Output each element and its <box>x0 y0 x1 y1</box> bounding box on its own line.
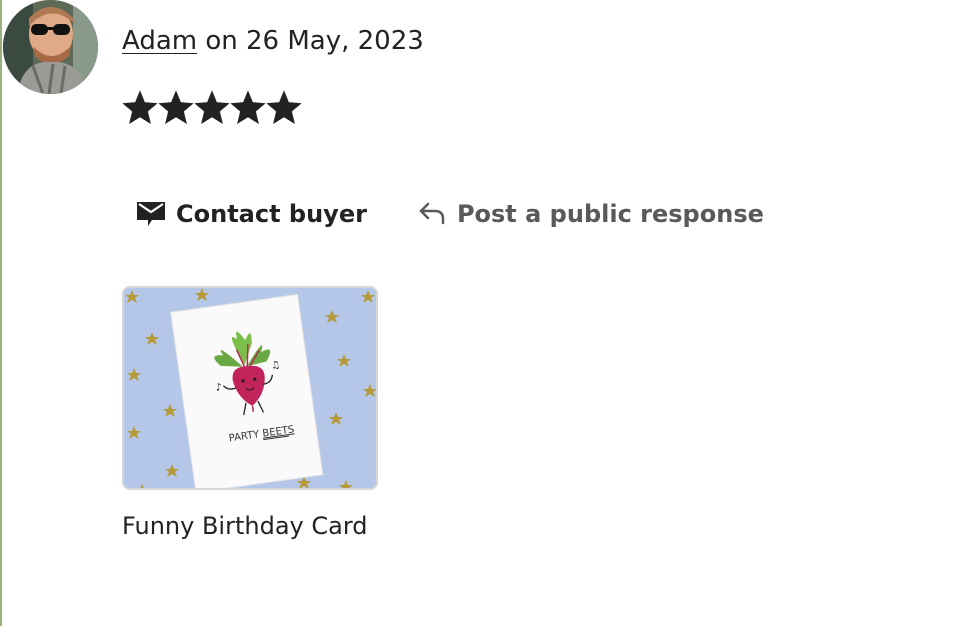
star-icon <box>122 90 158 124</box>
star-rating <box>122 88 302 128</box>
post-public-response-label: Post a public response <box>456 200 764 228</box>
left-accent-rule <box>0 0 2 626</box>
post-public-response-button[interactable]: Post a public response <box>417 196 764 232</box>
envelope-icon <box>136 196 166 232</box>
svg-text:♫: ♫ <box>270 360 280 372</box>
review-header: Adam on 26 May, 2023 <box>122 24 424 58</box>
star-icon <box>266 90 302 124</box>
star-icon <box>158 90 194 124</box>
reviewed-product: ♪ ♫ PARTY BEETS Funny Birthday Card <box>122 286 378 540</box>
review-page: Adam on 26 May, 2023 Contact buyer Post … <box>0 0 956 626</box>
star-icon <box>194 90 230 124</box>
contact-buyer-label: Contact buyer <box>176 200 367 228</box>
review-actions: Contact buyer Post a public response <box>136 196 764 232</box>
product-thumbnail[interactable]: ♪ ♫ PARTY BEETS <box>122 286 378 490</box>
reviewer-name-link[interactable]: Adam <box>122 26 197 56</box>
review-date: on 26 May, 2023 <box>205 26 424 56</box>
reviewer-avatar[interactable] <box>3 0 98 94</box>
product-title[interactable]: Funny Birthday Card <box>122 512 378 540</box>
reply-arrow-icon <box>417 196 447 232</box>
contact-buyer-button[interactable]: Contact buyer <box>136 196 367 232</box>
star-icon <box>230 90 266 124</box>
